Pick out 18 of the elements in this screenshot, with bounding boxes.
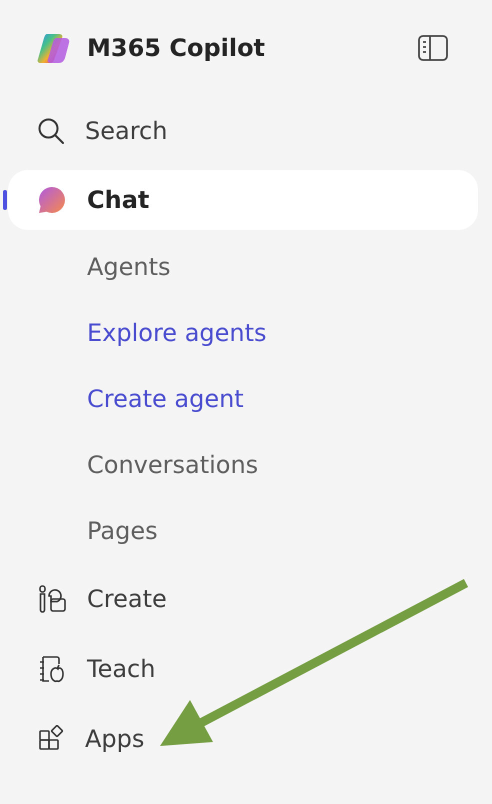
brush-and-shape-icon	[37, 584, 67, 614]
app-title: M365 Copilot	[87, 34, 266, 62]
nav-link[interactable]: Explore agents	[87, 300, 492, 366]
nav-item[interactable]: Create	[8, 564, 478, 634]
apps-grid-icon	[37, 725, 65, 753]
copilot-logo-icon	[37, 32, 71, 64]
section-label[interactable]: Agents	[87, 234, 492, 300]
nav-item[interactable]: Teach	[8, 634, 478, 704]
nav-item[interactable]: Apps	[8, 704, 478, 774]
section-label[interactable]: Pages	[87, 498, 492, 564]
nav-link[interactable]: Create agent	[87, 366, 492, 432]
chat-bubble-icon	[37, 185, 67, 215]
selection-indicator	[3, 190, 7, 210]
nav-item[interactable]: Search	[8, 96, 478, 166]
section-label[interactable]: Conversations	[87, 432, 492, 498]
search-icon	[37, 117, 65, 145]
notebook-apple-icon	[37, 654, 67, 684]
sidebar-toggle-icon[interactable]	[418, 35, 448, 61]
